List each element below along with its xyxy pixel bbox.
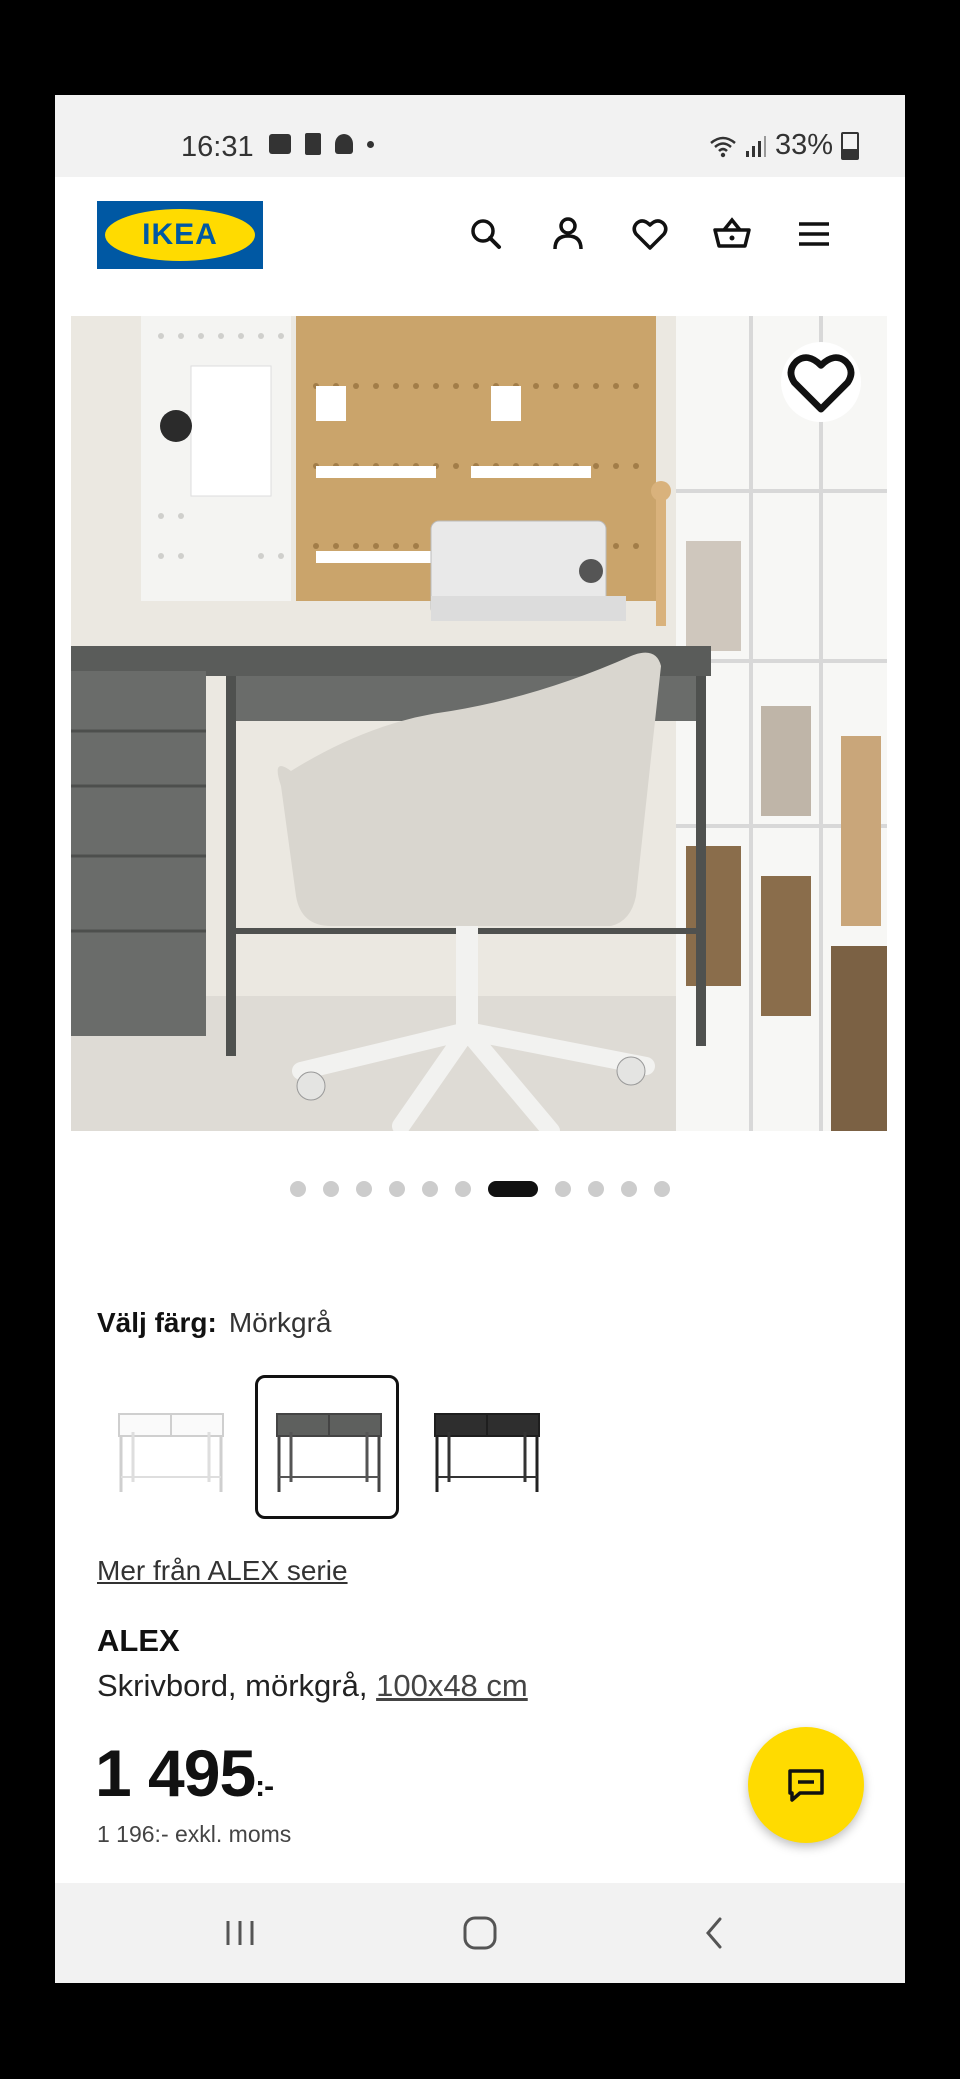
carousel-dot[interactable] [323, 1181, 339, 1197]
color-swatches [97, 1375, 557, 1519]
color-selector-label: Välj färg: Mörkgrå [97, 1307, 332, 1339]
carousel-dot[interactable] [422, 1181, 438, 1197]
system-nav-bar [55, 1883, 905, 1983]
battery-icon [841, 131, 859, 160]
product-type: Skrivbord, mörkgrå, [97, 1668, 368, 1703]
recent-apps-button[interactable] [215, 1908, 265, 1958]
app-notification-icon [335, 134, 353, 154]
product-image[interactable] [71, 316, 887, 1131]
carousel-dot[interactable] [555, 1181, 571, 1197]
chat-button[interactable] [748, 1727, 864, 1843]
heart-icon [787, 353, 855, 412]
image-carousel-dots[interactable] [55, 1181, 905, 1197]
basket-icon[interactable] [711, 213, 753, 255]
black-desk-thumbnail [434, 1413, 540, 1492]
back-button[interactable] [690, 1908, 740, 1958]
carousel-dot[interactable] [389, 1181, 405, 1197]
swatch-darkgrey-desk[interactable] [255, 1375, 399, 1519]
status-time: 16:31 [181, 131, 254, 163]
gallery-notification-icon [269, 134, 291, 154]
product-name: ALEX [97, 1623, 180, 1658]
product-size-link[interactable]: 100x48 cm [376, 1668, 528, 1703]
carousel-dot[interactable] [588, 1181, 604, 1197]
carousel-dot[interactable] [356, 1181, 372, 1197]
carousel-dot[interactable] [290, 1181, 306, 1197]
swatch-white-desk[interactable] [97, 1375, 241, 1519]
phone-screen: 16:31 33% IKEA Välj färg: Mörkgrå Mer fr… [55, 95, 905, 1983]
wifi-icon [710, 136, 736, 157]
carousel-dot[interactable] [621, 1181, 637, 1197]
home-button[interactable] [455, 1908, 505, 1958]
battery-percent: 33% [774, 129, 833, 161]
swatch-black-desk[interactable] [413, 1375, 557, 1519]
chat-icon [788, 1769, 824, 1802]
file-notification-icon [305, 133, 321, 155]
price-value: 1 495 [95, 1736, 256, 1810]
image-favorite-button[interactable] [781, 342, 861, 422]
white-desk-thumbnail [118, 1413, 224, 1492]
logo-text: IKEA [105, 209, 255, 261]
price-suffix: :- [255, 1770, 274, 1803]
signal-icon [745, 135, 766, 157]
status-bar: 16:31 33% [55, 95, 905, 177]
product-price: 1 495:- [95, 1735, 274, 1811]
site-header: IKEA [55, 177, 905, 310]
series-link[interactable]: Mer från ALEX serie [97, 1555, 348, 1587]
status-right: 33% [709, 129, 859, 162]
carousel-dot[interactable] [654, 1181, 670, 1197]
ikea-logo[interactable]: IKEA [97, 201, 263, 269]
account-icon[interactable] [547, 213, 589, 255]
home-icon [463, 1916, 497, 1950]
product-photo-illustration [71, 316, 887, 1131]
search-icon[interactable] [465, 213, 507, 255]
recent-apps-icon [226, 1921, 254, 1945]
price-excl-vat: 1 196:- exkl. moms [97, 1821, 292, 1847]
more-notifications-icon [367, 140, 374, 148]
color-label: Välj färg: [97, 1307, 217, 1338]
wishlist-heart-icon[interactable] [629, 213, 671, 255]
back-icon [706, 1917, 722, 1949]
darkgrey-desk-thumbnail [276, 1413, 382, 1492]
carousel-dot-active[interactable] [488, 1181, 538, 1197]
carousel-dot[interactable] [455, 1181, 471, 1197]
product-description: Skrivbord, mörkgrå, 100x48 cm [97, 1668, 528, 1704]
color-value: Mörkgrå [228, 1307, 332, 1338]
notification-icons [269, 133, 374, 155]
menu-icon[interactable] [793, 213, 835, 255]
